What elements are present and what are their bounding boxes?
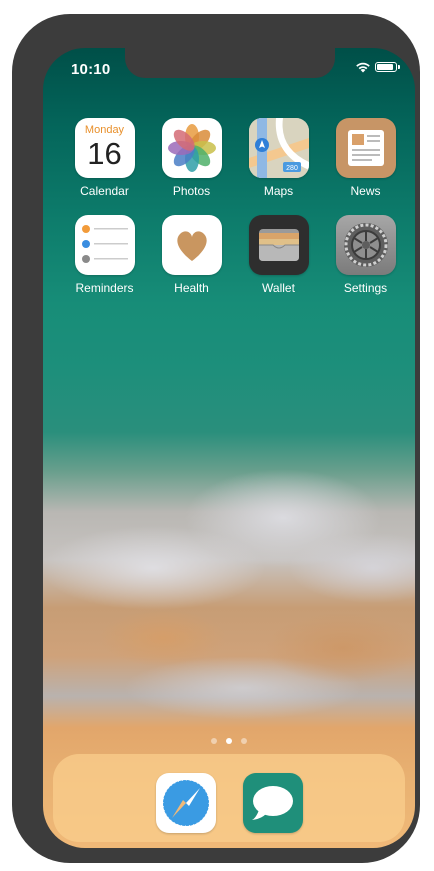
app-grid: Monday 16 Calendar Photos 280 Maps News …: [61, 118, 397, 295]
app-label: Wallet: [262, 281, 295, 295]
page-indicator[interactable]: [43, 738, 415, 744]
messages-icon: [243, 773, 303, 833]
app-photos[interactable]: Photos: [148, 118, 235, 198]
app-maps[interactable]: 280 Maps: [235, 118, 322, 198]
phone-frame: 10:10 Monday 16 Calendar Photos 280 Maps…: [12, 14, 420, 863]
news-icon: [335, 118, 396, 178]
app-label: News: [350, 184, 381, 198]
status-time: 10:10: [71, 61, 111, 78]
health-icon: [161, 215, 222, 275]
app-label: Settings: [343, 281, 388, 295]
app-calendar[interactable]: Monday 16 Calendar: [61, 118, 148, 198]
calendar-icon: Monday 16: [74, 118, 135, 178]
app-label: Photos: [172, 184, 211, 198]
app-reminders[interactable]: Reminders: [61, 215, 148, 295]
home-screen: 10:10 Monday 16 Calendar Photos 280 Maps…: [43, 48, 415, 848]
wallet-icon: [248, 215, 309, 275]
reminders-icon: [74, 215, 135, 275]
dock-app-messages[interactable]: [243, 773, 303, 833]
maps-icon: 280: [248, 118, 309, 178]
page-dot[interactable]: [241, 738, 247, 744]
app-label: Health: [174, 281, 209, 295]
app-news[interactable]: News: [322, 118, 409, 198]
calendar-weekday: Monday: [84, 124, 125, 136]
dock-app-safari[interactable]: [156, 773, 216, 833]
page-dot-active[interactable]: [226, 738, 232, 744]
app-label: Calendar: [80, 184, 129, 198]
page-dot[interactable]: [211, 738, 217, 744]
photos-icon: [161, 118, 222, 178]
status-bar: 10:10: [43, 48, 415, 92]
calendar-date: 16: [87, 136, 122, 171]
settings-icon: [335, 215, 396, 275]
safari-icon: [156, 773, 216, 833]
app-label: Maps: [263, 184, 294, 198]
app-label: Reminders: [75, 281, 134, 295]
app-health[interactable]: Health: [148, 215, 235, 295]
wifi-icon: [356, 62, 370, 73]
dock: [53, 754, 405, 842]
battery-icon: [375, 62, 400, 72]
app-wallet[interactable]: Wallet: [235, 215, 322, 295]
maps-badge-text: 280: [286, 165, 298, 172]
app-settings[interactable]: Settings: [322, 215, 409, 295]
notch: [125, 48, 335, 78]
